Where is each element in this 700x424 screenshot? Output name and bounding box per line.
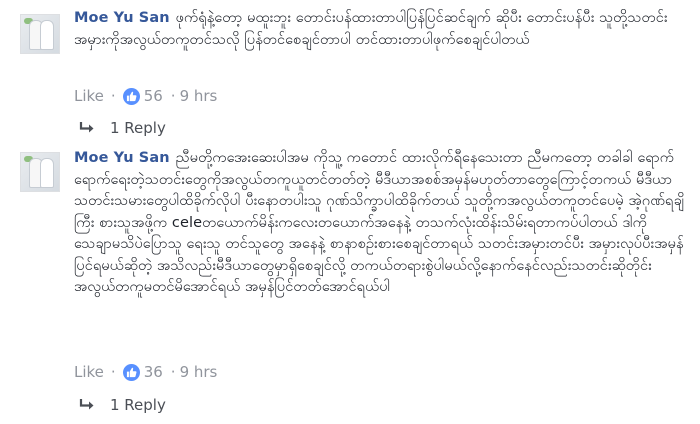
separator-dot: · xyxy=(170,87,176,105)
reply-arrow-icon xyxy=(79,122,94,133)
replies-count[interactable]: 1 Reply xyxy=(110,396,166,414)
like-button[interactable]: Like xyxy=(74,363,104,381)
comment-timestamp[interactable]: 9 hrs xyxy=(180,363,218,381)
like-count[interactable]: 56 xyxy=(144,87,163,105)
comment-actions: Like · 36 · 9 hrs xyxy=(74,362,217,382)
separator-dot: · xyxy=(110,363,116,381)
like-button[interactable]: Like xyxy=(74,87,104,105)
comment-author[interactable]: Moe Yu San xyxy=(74,10,170,26)
avatar[interactable] xyxy=(20,14,60,54)
thumbs-up-icon[interactable] xyxy=(122,363,140,381)
thumbs-up-icon[interactable] xyxy=(122,87,140,105)
separator-dot: · xyxy=(170,363,176,381)
separator-dot: · xyxy=(110,87,116,105)
replies-link[interactable]: 1 Reply xyxy=(78,395,166,415)
replies-count[interactable]: 1 Reply xyxy=(110,119,166,137)
comment-body: Moe Yu San ညီမတို့ကအေးဆေးပါအမ ကိုသူ့ ကတော… xyxy=(74,148,684,299)
comment-body: Moe Yu San ဖုက်ရုံနဲ့တော့ မထူးဘူး တောင်းပ… xyxy=(74,8,684,51)
avatar-figure xyxy=(40,20,54,50)
comment-author[interactable]: Moe Yu San xyxy=(74,150,170,166)
like-count[interactable]: 36 xyxy=(144,363,163,381)
avatar-figure xyxy=(40,158,54,188)
avatar[interactable] xyxy=(20,152,60,192)
comment-text: ညီမတို့ကအေးဆေးပါအမ ကိုသူ့ ကတောင် ထားလိုက… xyxy=(74,150,685,295)
comment-timestamp[interactable]: 9 hrs xyxy=(180,87,218,105)
reply-arrow-icon xyxy=(79,399,94,410)
replies-link[interactable]: 1 Reply xyxy=(78,118,166,138)
comment-actions: Like · 56 · 9 hrs xyxy=(74,86,217,106)
